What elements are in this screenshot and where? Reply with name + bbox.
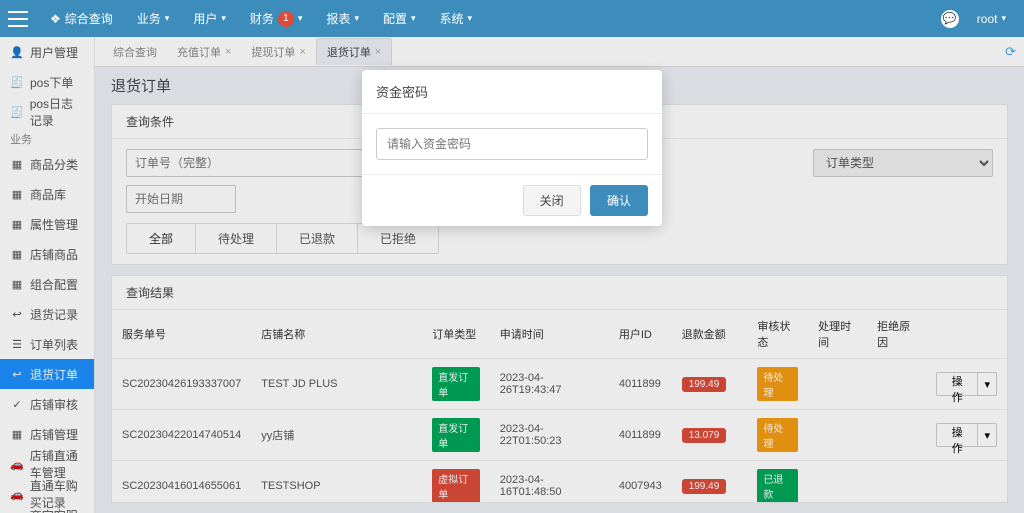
- password-modal: 资金密码 关闭 确认: [362, 70, 662, 226]
- user-menu[interactable]: root▾: [967, 8, 1016, 30]
- nav-biz[interactable]: 业务▾: [127, 6, 180, 31]
- hamburger-icon[interactable]: [8, 11, 28, 27]
- nav-system[interactable]: 系统▾: [430, 6, 483, 31]
- nav-config[interactable]: 配置▾: [373, 6, 426, 31]
- modal-ok-button[interactable]: 确认: [590, 185, 648, 216]
- nav-user[interactable]: 用户▾: [183, 6, 236, 31]
- modal-close-button[interactable]: 关闭: [523, 185, 581, 216]
- nav-finance[interactable]: 财务1▾: [240, 6, 313, 31]
- chat-icon[interactable]: 💬: [941, 10, 959, 28]
- modal-title: 资金密码: [362, 70, 662, 114]
- nav-home[interactable]: ❖ 综合查询: [40, 6, 123, 31]
- fund-password-input[interactable]: [376, 128, 648, 160]
- nav-report[interactable]: 报表▾: [316, 6, 369, 31]
